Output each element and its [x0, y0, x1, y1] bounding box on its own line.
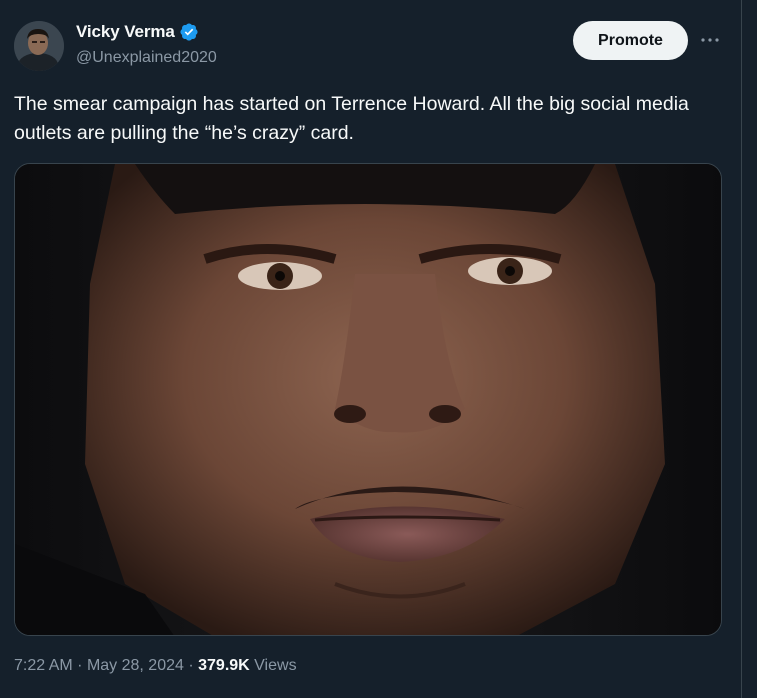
- tweet-text: The smear campaign has started on Terren…: [14, 93, 689, 144]
- tweet-date[interactable]: May 28, 2024: [87, 657, 184, 674]
- portrait-photo: [15, 164, 721, 635]
- tweet-media-image[interactable]: [14, 163, 722, 636]
- tweet-meta: 7:22 AM · May 28, 2024 · 379.9K Views: [14, 657, 297, 675]
- author-display-name[interactable]: Vicky Verma: [76, 22, 175, 42]
- views-label: Views: [254, 657, 297, 674]
- tweet-card: Vicky Verma @Unexplained2020 Promote The…: [0, 0, 741, 698]
- avatar[interactable]: [14, 21, 64, 71]
- more-options-icon[interactable]: [696, 26, 724, 54]
- meta-separator: ·: [77, 657, 83, 674]
- avatar-photo: [14, 21, 64, 71]
- meta-separator: ·: [188, 657, 194, 674]
- author-handle[interactable]: @Unexplained2020: [76, 49, 217, 67]
- scrollbar-track[interactable]: [742, 0, 757, 698]
- promote-button[interactable]: Promote: [573, 21, 688, 60]
- tweet-time[interactable]: 7:22 AM: [14, 657, 73, 674]
- views-count: 379.9K: [198, 657, 250, 674]
- verified-badge-icon[interactable]: [179, 22, 199, 42]
- author-name-row: Vicky Verma: [76, 22, 199, 42]
